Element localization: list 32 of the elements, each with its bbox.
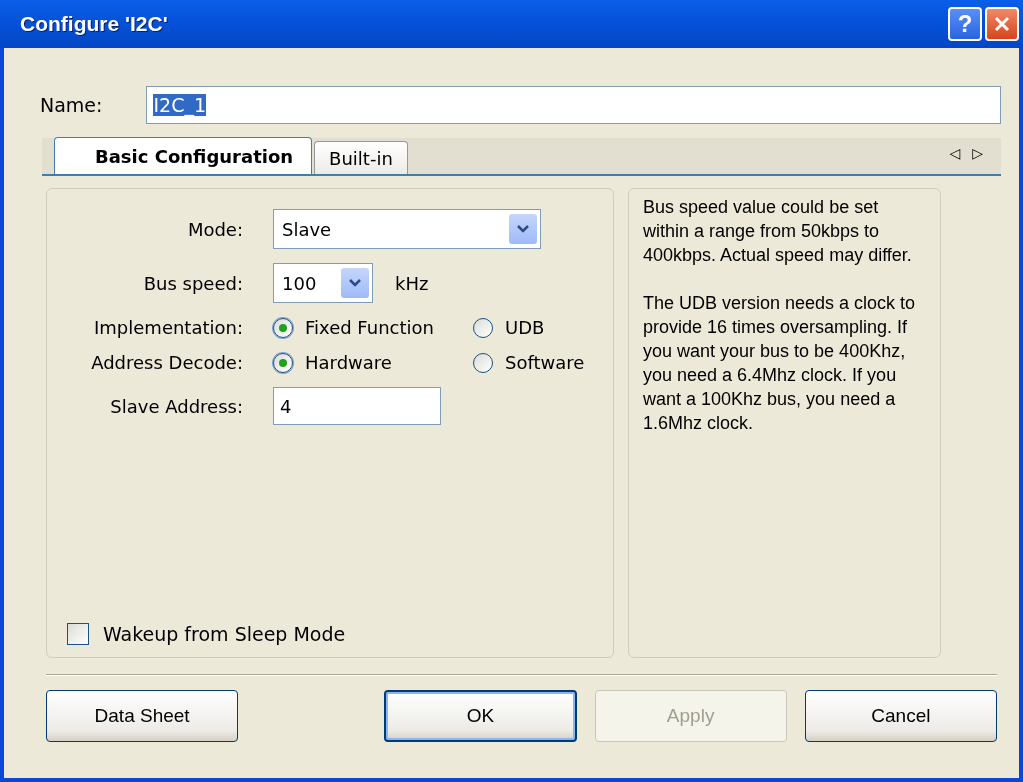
tab[interactable]: Built-in	[314, 141, 408, 174]
unit-label: kHz	[395, 272, 429, 294]
window-title: Configure 'I2C'	[20, 12, 169, 36]
radio-label: Hardware	[305, 352, 392, 373]
radio-button[interactable]	[273, 317, 293, 338]
radio-label: Software	[505, 352, 585, 373]
dialog-button[interactable]: Data Sheet	[46, 690, 239, 742]
name-label: Name:	[40, 94, 103, 116]
field-label: Implementation:	[93, 317, 243, 338]
help-text: The UDB version needs a clock to provide 16 times oversampling. If you want your bus to be 400Khz, you need a 6.4Mhz clock. If you want a 100Khz bus, you need a 1.6Mhz clock.	[643, 292, 916, 435]
radio-label: Fixed Function	[305, 317, 434, 338]
tab-scroll-arrow[interactable]: ◁	[949, 145, 961, 161]
checkbox[interactable]: Wakeup from Sleep Mode	[67, 623, 613, 645]
radio-button[interactable]	[473, 352, 493, 373]
field-label: Mode:	[186, 218, 243, 240]
dropdown[interactable]: Slave	[273, 209, 541, 249]
tab-scroll-arrow[interactable]: ▷	[972, 145, 983, 161]
field-label: Bus speed:	[142, 272, 243, 294]
help-text: Bus speed value could be set within a range from 50kbps to 400kbps. Actual speed may differ.	[643, 196, 913, 267]
dialog-button[interactable]: OK	[384, 690, 577, 742]
help-button[interactable]: ?	[948, 7, 982, 41]
dropdown[interactable]: 100	[273, 263, 373, 303]
tab[interactable]: Basic Configuration	[54, 137, 313, 174]
name-field[interactable]: I2C_1	[146, 86, 1001, 124]
field-label: Slave Address:	[109, 395, 243, 417]
text-field[interactable]: 4	[273, 387, 441, 425]
field-label: Address Decode:	[90, 352, 243, 373]
radio-button[interactable]	[473, 317, 493, 338]
dialog-button[interactable]: Cancel	[804, 690, 997, 742]
radio-label: UDB	[505, 317, 545, 338]
close-icon[interactable]	[985, 7, 1019, 41]
radio-button[interactable]	[273, 352, 293, 373]
